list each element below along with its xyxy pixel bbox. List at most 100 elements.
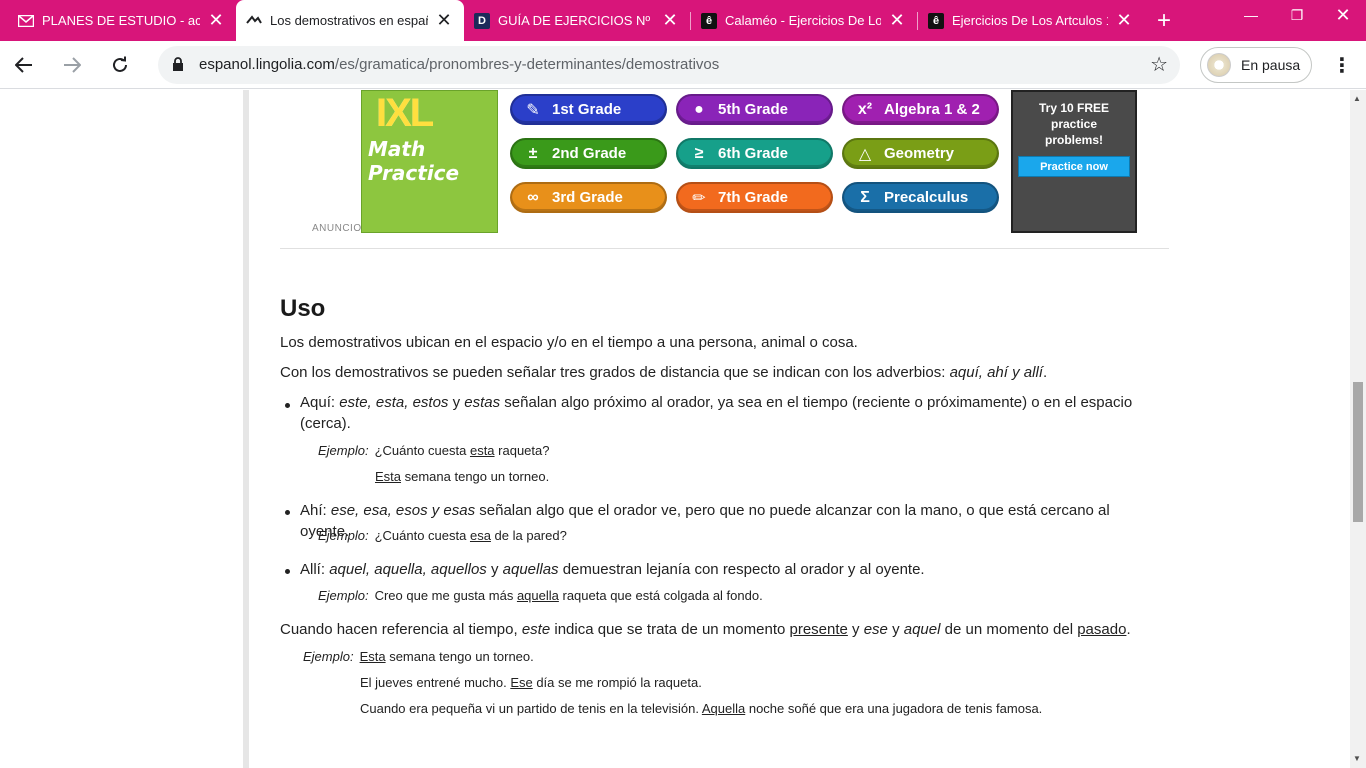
- scrollbar-thumb[interactable]: [1353, 382, 1363, 522]
- text: .: [1126, 621, 1131, 638]
- example-demonstrative: esta: [469, 443, 495, 458]
- minimize-icon[interactable]: —: [1228, 0, 1274, 30]
- ixl-logo-panel[interactable]: IXL Math Practice: [361, 90, 498, 233]
- forms: aquel, aquella, aquellos: [329, 561, 487, 578]
- plus-minus-icon: ±: [528, 144, 538, 162]
- example-text: Cuando era pequeña vi un partido de teni…: [360, 701, 702, 716]
- form: ese: [863, 621, 888, 638]
- example-aqui-2: Esta semana tengo un torneo.: [375, 469, 549, 484]
- list-item-aqui: Aquí: este, esta, estos y estas señalan …: [300, 392, 1150, 434]
- term: Aquí:: [300, 394, 340, 411]
- triangle-icon: △: [858, 145, 872, 163]
- text: y: [847, 621, 864, 638]
- form: este: [521, 621, 551, 638]
- bullet: [285, 510, 290, 515]
- close-icon[interactable]: ✕: [1114, 10, 1134, 31]
- example-demonstrative: esa: [469, 528, 491, 543]
- avatar: [1207, 53, 1231, 77]
- ad-button-label: 6th Grade: [718, 145, 789, 162]
- kebab-menu-icon[interactable]: ⋮: [1328, 49, 1356, 81]
- vertical-scrollbar[interactable]: ▲ ▼: [1350, 90, 1366, 768]
- example-text: semana tengo un torneo.: [401, 469, 550, 484]
- forward-icon[interactable]: [56, 49, 88, 81]
- ad-button-label: 2nd Grade: [552, 145, 627, 162]
- window-close-icon[interactable]: ✕: [1320, 0, 1366, 30]
- ad-button-7th-grade[interactable]: ✏ 7th Grade: [676, 182, 833, 213]
- example-demonstrative: Ese: [510, 675, 533, 690]
- pencil-icon: ✏: [692, 189, 706, 207]
- close-icon[interactable]: ✕: [434, 10, 454, 31]
- left-divider: [243, 90, 249, 768]
- tab-title: Ejercicios De Los Artculos 1_: [952, 13, 1108, 28]
- ixl-logo-text: IXL: [376, 91, 434, 135]
- close-icon[interactable]: ✕: [206, 10, 226, 31]
- page-content: ANUNCIO IXL Math Practice ✎ 1st Grade ● 5t…: [0, 90, 1350, 768]
- ad-button-label: Algebra 1 & 2: [884, 101, 980, 118]
- tab-calameo-2[interactable]: ê Ejercicios De Los Artculos 1_ ✕: [918, 0, 1144, 41]
- d-icon: D: [474, 12, 490, 29]
- desc: demuestran lejanía con respecto al orado…: [558, 561, 925, 578]
- gte-icon: ≥: [694, 144, 704, 162]
- example-tiempo-3: Cuando era pequeña vi un partido de teni…: [360, 701, 1042, 716]
- ad-button-geometry[interactable]: △ Geometry: [842, 138, 999, 169]
- tab-planes[interactable]: PLANES DE ESTUDIO - acade ✕: [8, 0, 236, 41]
- presente-link[interactable]: presente: [790, 621, 848, 638]
- ad-button-2nd-grade[interactable]: ±2nd Grade: [510, 138, 667, 169]
- ad-button-3rd-grade[interactable]: ∞ 3rd Grade: [510, 182, 667, 213]
- new-tab-button[interactable]: +: [1150, 7, 1178, 34]
- pasado-link[interactable]: pasado: [1077, 621, 1126, 638]
- example-text: ¿Cuánto cuesta: [374, 528, 470, 543]
- intro-paragraph-1: Los demostrativos ubican en el espacio y…: [280, 334, 858, 351]
- ad-button-6th-grade[interactable]: ≥6th Grade: [676, 138, 833, 169]
- x-squared-icon: x²: [857, 100, 873, 118]
- scroll-down-icon[interactable]: ▼: [1353, 754, 1361, 763]
- tab-guia[interactable]: D GUÍA DE EJERCICIOS Nº 1 AF ✕: [464, 0, 690, 41]
- profile-button[interactable]: En pausa: [1200, 47, 1312, 83]
- term: Ahí:: [300, 502, 331, 519]
- lock-icon: [172, 57, 184, 71]
- example-alli-1: Ejemplo: Creo que me gusta más aquella ra…: [318, 588, 763, 603]
- tab-calameo-1[interactable]: ê Calaméo - Ejercicios De Los / ✕: [691, 0, 917, 41]
- example-text: de la pared?: [490, 528, 567, 543]
- intro2-adverbs: aquí, ahí y allí: [949, 364, 1043, 381]
- back-icon[interactable]: [8, 49, 40, 81]
- promo-text: Try 10 FREE practice problems!: [1038, 101, 1110, 147]
- promo-panel: Try 10 FREE practice problems! Practice …: [1011, 90, 1137, 233]
- address-bar[interactable]: espanol.lingolia.com/es/gramatica/pronom…: [158, 46, 1180, 84]
- example-text: raqueta que está colgada al fondo.: [558, 588, 763, 603]
- url-path: /es/gramatica/pronombres-y-determinantes…: [334, 56, 720, 73]
- forms: estas: [464, 394, 501, 411]
- example-text: ¿Cuánto cuesta: [374, 443, 470, 458]
- infinity-icon: ∞: [527, 188, 539, 206]
- sigma-icon: Σ: [860, 188, 870, 206]
- ad-button-5th-grade[interactable]: ● 5th Grade: [676, 94, 833, 125]
- bullet: [285, 569, 290, 574]
- example-text: día se me rompió la raqueta.: [532, 675, 702, 690]
- example-aqui-1: Ejemplo: ¿Cuánto cuesta esta raqueta?: [318, 443, 549, 458]
- close-icon[interactable]: ✕: [887, 10, 907, 31]
- example-label: Ejemplo:: [318, 443, 369, 458]
- tab-title: PLANES DE ESTUDIO - acade: [42, 13, 200, 28]
- ad-button-label: 5th Grade: [718, 101, 789, 118]
- section-heading: Uso: [280, 295, 326, 322]
- conj: y: [448, 394, 465, 411]
- example-label: Ejemplo:: [318, 588, 369, 603]
- ad-button-1st-grade[interactable]: ✎ 1st Grade: [510, 94, 667, 125]
- close-icon[interactable]: ✕: [660, 10, 680, 31]
- ad-button-precalculus[interactable]: Σ Precalculus: [842, 182, 999, 213]
- reload-icon[interactable]: [104, 49, 136, 81]
- scroll-up-icon[interactable]: ▲: [1353, 94, 1361, 103]
- restore-icon[interactable]: ❐: [1274, 0, 1320, 30]
- example-text: semana tengo un torneo.: [385, 649, 534, 664]
- ad-button-algebra[interactable]: x² Algebra 1 & 2: [842, 94, 999, 125]
- forms: aquellas: [502, 561, 559, 578]
- example-text: raqueta?: [494, 443, 550, 458]
- ad-button-label: Precalculus: [884, 189, 969, 206]
- bookmark-star-icon[interactable]: ☆: [1150, 52, 1168, 77]
- practice-now-button[interactable]: Practice now: [1018, 156, 1130, 177]
- tab-demostrativos[interactable]: Los demostrativos en españo ✕: [236, 0, 464, 41]
- profile-label: En pausa: [1241, 57, 1301, 73]
- bullet: [285, 403, 290, 408]
- ad-button-label: 3rd Grade: [552, 189, 623, 206]
- tab-title: Calaméo - Ejercicios De Los /: [725, 13, 881, 28]
